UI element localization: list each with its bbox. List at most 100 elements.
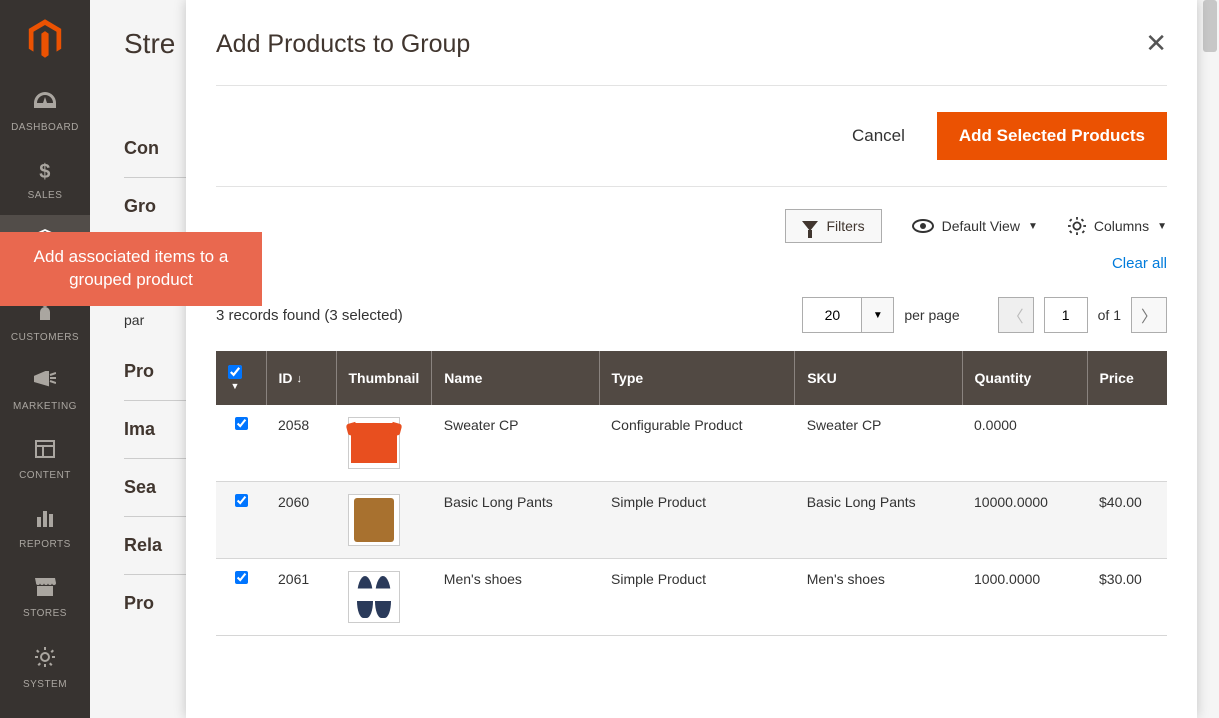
thumbnail-image — [348, 571, 400, 623]
nav-dashboard[interactable]: DASHBOARD — [0, 78, 90, 147]
columns-selector[interactable]: Columns ▼ — [1068, 217, 1167, 235]
cell-quantity: 10000.0000 — [962, 482, 1087, 559]
per-page-label: per page — [904, 307, 959, 323]
table-row[interactable]: 2060 Basic Long Pants Simple Product Bas… — [216, 482, 1167, 559]
cell-price: $30.00 — [1087, 559, 1167, 636]
row-checkbox[interactable] — [235, 571, 248, 584]
records-found: 3 records found (3 selected) — [216, 307, 403, 324]
cell-quantity: 0.0000 — [962, 405, 1087, 482]
cell-sku: Basic Long Pants — [795, 482, 962, 559]
modal-title: Add Products to Group — [216, 30, 470, 59]
cell-id: 2061 — [266, 559, 336, 636]
nav-content[interactable]: CONTENT — [0, 426, 90, 495]
view-label: Default View — [942, 218, 1020, 234]
funnel-icon — [802, 221, 818, 231]
col-type[interactable]: Type — [599, 351, 795, 405]
chevron-right-icon: 〉 — [1141, 303, 1157, 327]
gauge-icon — [34, 92, 56, 116]
chevron-down-icon[interactable]: ▼ — [231, 381, 240, 391]
row-checkbox[interactable] — [235, 417, 248, 430]
dollar-icon: $ — [39, 161, 51, 184]
grid-toolbar: Filters Default View ▼ Columns ▼ — [216, 187, 1167, 255]
pager-row: 3 records found (3 selected) ▼ per page … — [216, 283, 1167, 351]
col-select: ▼ — [216, 351, 266, 405]
of-pages-label: of 1 — [1098, 307, 1121, 323]
page-size-input[interactable] — [802, 297, 862, 333]
columns-label: Columns — [1094, 218, 1149, 234]
view-selector[interactable]: Default View ▼ — [912, 218, 1038, 234]
filters-label: Filters — [826, 218, 864, 234]
clear-row: Clear all — [216, 255, 1167, 283]
products-grid: ▼ ID↓ Thumbnail Name Type SKU Quantity P… — [216, 351, 1167, 636]
chevron-down-icon: ▼ — [873, 310, 883, 321]
chevron-down-icon: ▼ — [1157, 221, 1167, 232]
modal-header: Add Products to Group ✕ — [216, 30, 1167, 86]
close-icon[interactable]: ✕ — [1145, 30, 1167, 56]
prev-page-button[interactable]: 〈 — [998, 297, 1034, 333]
cell-type: Simple Product — [599, 559, 795, 636]
nav-reports[interactable]: REPORTS — [0, 495, 90, 564]
nav-label: MARKETING — [13, 401, 77, 412]
nav-label: CONTENT — [19, 470, 71, 481]
bars-icon — [35, 509, 55, 533]
layout-icon — [35, 440, 55, 464]
cell-price: $40.00 — [1087, 482, 1167, 559]
nav-label: REPORTS — [19, 539, 71, 550]
cell-price — [1087, 405, 1167, 482]
nav-label: DASHBOARD — [11, 122, 79, 133]
cell-id: 2060 — [266, 482, 336, 559]
col-name[interactable]: Name — [432, 351, 599, 405]
nav-marketing[interactable]: MARKETING — [0, 357, 90, 426]
filters-button[interactable]: Filters — [785, 209, 881, 243]
clear-all-link[interactable]: Clear all — [1112, 255, 1167, 272]
page-number-input[interactable] — [1044, 297, 1088, 333]
page-size-selector[interactable]: ▼ — [802, 297, 894, 333]
cell-id: 2058 — [266, 405, 336, 482]
cell-type: Simple Product — [599, 482, 795, 559]
col-thumbnail[interactable]: Thumbnail — [336, 351, 432, 405]
cancel-button[interactable]: Cancel — [852, 126, 905, 146]
gear-icon — [35, 647, 55, 673]
table-row[interactable]: 2058 Sweater CP Configurable Product Swe… — [216, 405, 1167, 482]
col-id[interactable]: ID↓ — [266, 351, 336, 405]
chevron-down-icon: ▼ — [1028, 221, 1038, 232]
tooltip-callout: Add associated items to a grouped produc… — [0, 232, 262, 306]
cell-name: Sweater CP — [432, 405, 599, 482]
add-products-modal: Add Products to Group ✕ Cancel Add Selec… — [186, 0, 1197, 718]
thumbnail-image — [348, 417, 400, 469]
col-quantity[interactable]: Quantity — [962, 351, 1087, 405]
nav-label: STORES — [23, 608, 67, 619]
col-sku[interactable]: SKU — [795, 351, 962, 405]
cell-quantity: 1000.0000 — [962, 559, 1087, 636]
nav-stores[interactable]: STORES — [0, 564, 90, 633]
nav-label: SALES — [28, 190, 63, 201]
cell-sku: Men's shoes — [795, 559, 962, 636]
col-price[interactable]: Price — [1087, 351, 1167, 405]
pager-controls: ▼ per page 〈 of 1 〉 — [802, 297, 1167, 333]
eye-icon — [912, 219, 934, 233]
storefront-icon — [34, 578, 56, 602]
nav-label: SYSTEM — [23, 679, 67, 690]
row-checkbox[interactable] — [235, 494, 248, 507]
add-selected-products-button[interactable]: Add Selected Products — [937, 112, 1167, 160]
magento-logo[interactable] — [0, 0, 90, 78]
nav-system[interactable]: SYSTEM — [0, 633, 90, 704]
gear-icon — [1068, 217, 1086, 235]
grid-header-row: ▼ ID↓ Thumbnail Name Type SKU Quantity P… — [216, 351, 1167, 405]
chevron-left-icon: 〈 — [1008, 303, 1024, 327]
select-all-checkbox[interactable] — [228, 365, 242, 379]
next-page-button[interactable]: 〉 — [1131, 297, 1167, 333]
table-row[interactable]: 2061 Men's shoes Simple Product Men's sh… — [216, 559, 1167, 636]
nav-sales[interactable]: $ SALES — [0, 147, 90, 215]
modal-actions: Cancel Add Selected Products — [216, 86, 1167, 187]
cell-sku: Sweater CP — [795, 405, 962, 482]
nav-label: CUSTOMERS — [11, 332, 79, 343]
sort-arrow-icon: ↓ — [297, 373, 303, 385]
scrollbar-thumb[interactable] — [1203, 0, 1217, 52]
page-size-dropdown[interactable]: ▼ — [862, 297, 894, 333]
admin-sidebar: DASHBOARD $ SALES CATALOG CUSTOMERS MARK… — [0, 0, 90, 718]
cell-type: Configurable Product — [599, 405, 795, 482]
cell-name: Men's shoes — [432, 559, 599, 636]
cell-name: Basic Long Pants — [432, 482, 599, 559]
thumbnail-image — [348, 494, 400, 546]
